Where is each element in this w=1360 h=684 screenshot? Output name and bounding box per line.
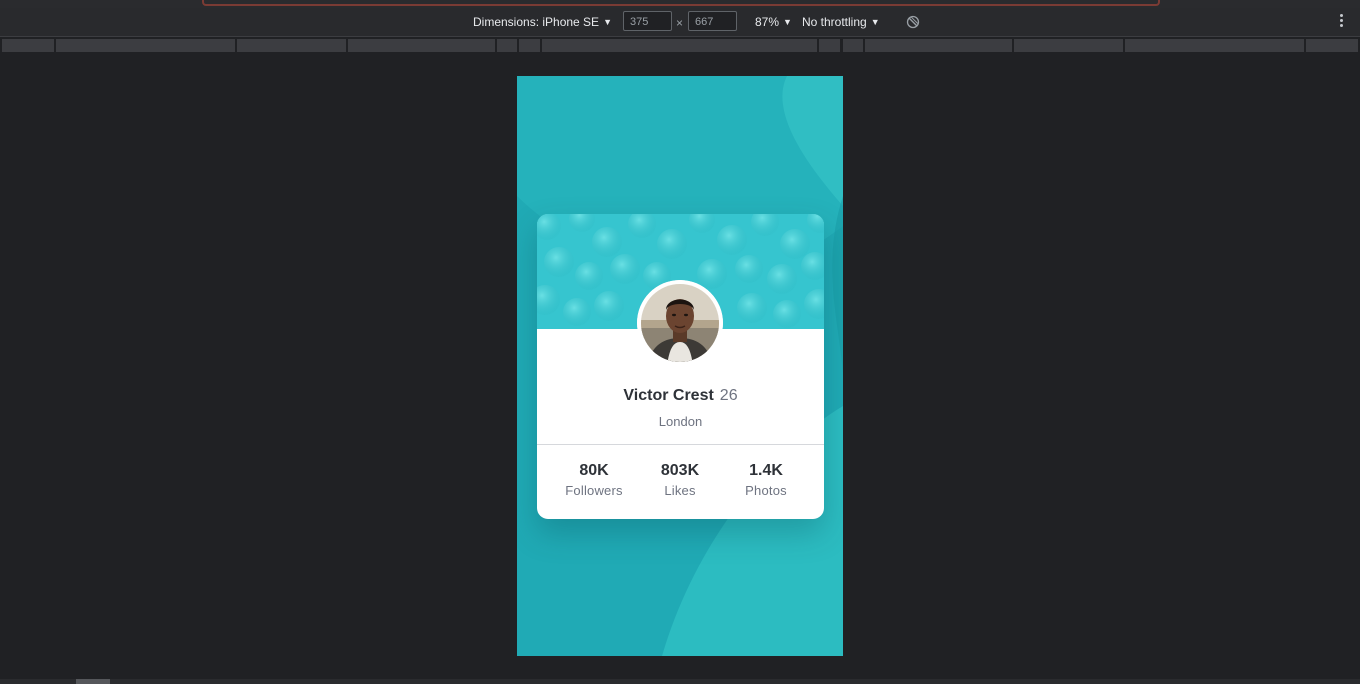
caret-down-icon: ▼ bbox=[603, 17, 612, 27]
ruler-segment[interactable] bbox=[843, 39, 864, 52]
ruler-segment[interactable] bbox=[237, 39, 347, 52]
profile-city: London bbox=[658, 414, 703, 429]
ruler-segment[interactable] bbox=[819, 39, 841, 52]
ruler-segment[interactable] bbox=[519, 39, 541, 52]
times-sign: × bbox=[676, 16, 684, 30]
ruler-segment[interactable] bbox=[56, 39, 236, 52]
stat-photos: 1.4K Photos bbox=[718, 462, 814, 498]
ruler-segment[interactable] bbox=[542, 39, 818, 52]
ruler-segment[interactable] bbox=[497, 39, 518, 52]
height-input[interactable]: 667 bbox=[688, 11, 737, 31]
horizontal-scrollbar[interactable] bbox=[0, 679, 1360, 684]
stat-likes: 803K Likes bbox=[632, 462, 728, 498]
profile-age: 26 bbox=[719, 387, 738, 404]
device-select[interactable]: Dimensions: iPhone SE ▼ bbox=[473, 8, 612, 36]
profile-card: Victor Crest 26 London 80K Followers 803K… bbox=[537, 214, 824, 519]
name-row: Victor Crest 26 bbox=[537, 387, 824, 405]
ruler-segment[interactable] bbox=[1306, 39, 1359, 52]
device-toolbar: Dimensions: iPhone SE ▼ 375 × 667 87% ▼ No… bbox=[0, 8, 1360, 37]
address-frame bbox=[202, 0, 1160, 6]
divider bbox=[537, 444, 824, 445]
stat-value: 80K bbox=[579, 462, 609, 479]
stat-label: Followers bbox=[565, 483, 623, 498]
rotate-icon[interactable] bbox=[906, 15, 920, 29]
stat-value: 803K bbox=[660, 462, 700, 479]
device-select-label: Dimensions: iPhone SE bbox=[473, 15, 600, 29]
ruler-segment[interactable] bbox=[348, 39, 496, 52]
caret-down-icon: ▼ bbox=[870, 17, 880, 27]
throttling-label: No throttling bbox=[802, 15, 867, 29]
profile-name: Victor Crest bbox=[623, 387, 714, 404]
stat-followers: 80K Followers bbox=[546, 462, 642, 498]
ruler-segment[interactable] bbox=[1014, 39, 1124, 52]
ruler-segment[interactable] bbox=[865, 39, 1013, 52]
ruler-segment[interactable] bbox=[2, 39, 55, 52]
stat-label: Photos bbox=[745, 483, 787, 498]
zoom-select[interactable]: 87% ▼ bbox=[755, 8, 792, 36]
ruler-segment[interactable] bbox=[1125, 39, 1305, 52]
avatar-photo bbox=[637, 280, 723, 366]
avatar[interactable] bbox=[637, 280, 723, 366]
throttling-select[interactable]: No throttling ▼ bbox=[802, 8, 880, 36]
stat-value: 1.4K bbox=[749, 462, 783, 479]
scrollbar-thumb[interactable] bbox=[76, 679, 110, 684]
caret-down-icon: ▼ bbox=[783, 17, 792, 27]
width-input[interactable]: 375 bbox=[623, 11, 672, 31]
device-viewport: Victor Crest 26 London 80K Followers 803K… bbox=[517, 76, 843, 656]
zoom-label: 87% bbox=[755, 15, 780, 29]
more-vertical-icon[interactable] bbox=[1337, 14, 1345, 30]
devtools-top-strip bbox=[0, 0, 1360, 8]
stat-label: Likes bbox=[664, 483, 696, 498]
media-query-ruler bbox=[0, 37, 1360, 54]
